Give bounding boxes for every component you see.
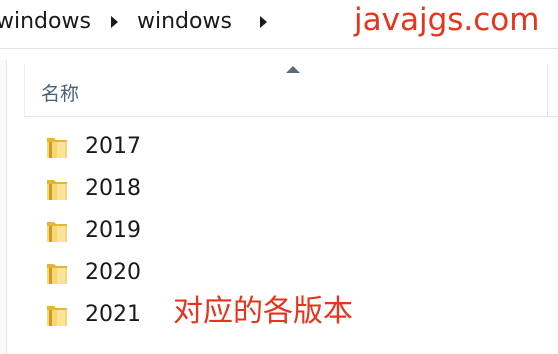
list-item[interactable]: 2020: [44, 256, 344, 290]
navigation-pane-edge: [0, 60, 7, 354]
file-name: 2018: [85, 176, 141, 201]
watermark-text: javajgs.com: [354, 2, 540, 38]
folder-icon: [47, 222, 67, 242]
sort-up-icon: [286, 66, 300, 73]
folder-icon: [47, 306, 67, 326]
file-name: 2019: [85, 218, 141, 243]
file-name: 2021: [85, 302, 141, 327]
folder-icon: [47, 138, 67, 158]
file-explorer-window: windows windows javajgs.com 名称 2017 2018…: [0, 0, 558, 354]
chevron-right-icon[interactable]: [111, 16, 118, 28]
file-name: 2020: [85, 260, 141, 285]
folder-icon: [47, 264, 67, 284]
column-header-name[interactable]: 名称: [24, 64, 558, 117]
file-name: 2017: [85, 134, 141, 159]
breadcrumb-item-1[interactable]: windows: [0, 9, 91, 34]
breadcrumb-item-2[interactable]: windows: [137, 9, 232, 34]
chevron-right-icon[interactable]: [260, 16, 267, 28]
list-item[interactable]: 2018: [44, 172, 344, 206]
list-item[interactable]: 2017: [44, 130, 344, 164]
column-header-label: 名称: [41, 83, 80, 105]
column-divider[interactable]: [547, 64, 548, 116]
address-bar[interactable]: windows windows javajgs.com: [0, 0, 558, 49]
annotation-caption: 对应的各版本: [173, 294, 353, 329]
list-item[interactable]: 2019: [44, 214, 344, 248]
folder-icon: [47, 180, 67, 200]
